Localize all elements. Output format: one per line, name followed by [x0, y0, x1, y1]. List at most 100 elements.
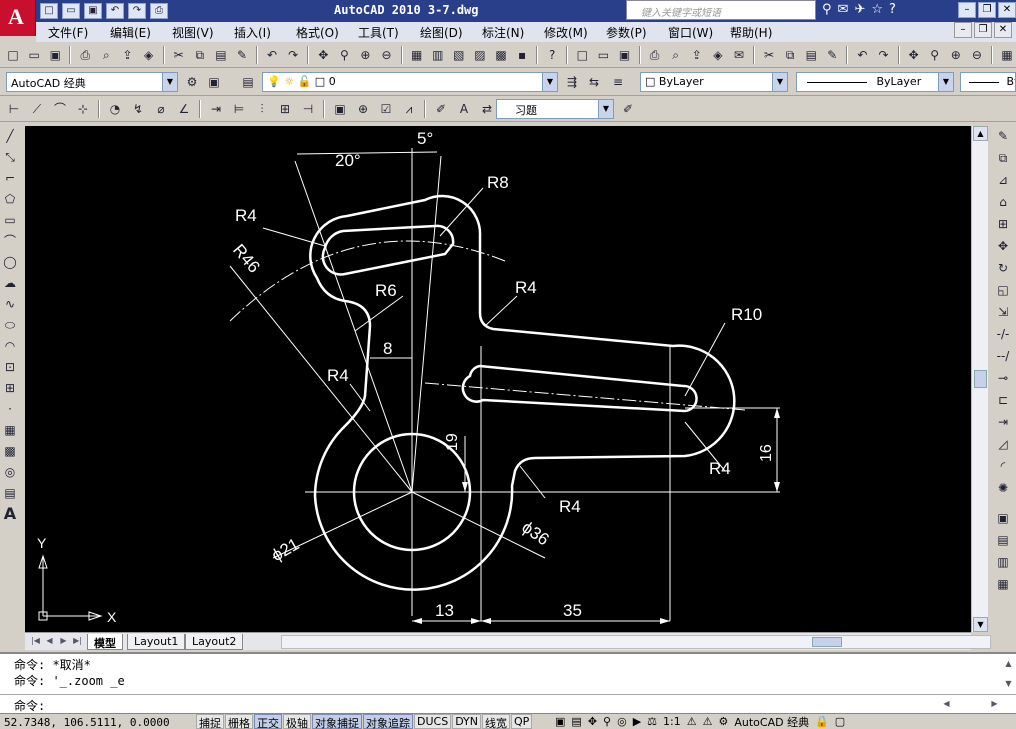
quick-dim-icon[interactable]: ⇥: [206, 99, 226, 119]
command-scroll-up-icon[interactable]: ▲: [1002, 658, 1015, 671]
dimstyle-select[interactable]: 习题 ▼: [496, 99, 614, 119]
redo-icon-2[interactable]: ↷: [874, 45, 892, 65]
zoom-realtime-icon[interactable]: ⚲: [335, 45, 353, 65]
menu-view[interactable]: 视图(V): [172, 24, 214, 41]
menu-help[interactable]: 帮助(H): [730, 24, 772, 41]
menu-window[interactable]: 窗口(W): [668, 24, 713, 41]
linetype-select[interactable]: ByLayer ▼: [796, 72, 954, 92]
save-file-icon[interactable]: ▣: [46, 45, 64, 65]
offset-icon[interactable]: ⌂: [992, 192, 1014, 214]
dim-aligned-icon[interactable]: ⟋: [27, 99, 47, 119]
vertical-scrollbar[interactable]: ▲ ▼: [971, 126, 988, 632]
undo-icon-2[interactable]: ↶: [853, 45, 871, 65]
ducs-toggle[interactable]: DUCS: [414, 714, 452, 729]
preview-icon[interactable]: ⌕: [97, 45, 115, 65]
dim-space-icon[interactable]: ⊞: [275, 99, 295, 119]
polygon-icon[interactable]: ⬠: [0, 189, 20, 210]
publish-icon-2[interactable]: ⇪: [688, 45, 706, 65]
dim-linear-icon[interactable]: ⊢: [4, 99, 24, 119]
ellipse-arc-icon[interactable]: ◠: [0, 336, 20, 357]
dim-text-edit-icon[interactable]: A: [454, 99, 474, 119]
undo-icon[interactable]: ↶: [106, 3, 124, 19]
last-tab-icon[interactable]: ▶|: [71, 635, 84, 648]
search-input[interactable]: 键入关键字或短语: [626, 0, 816, 20]
sheet-set-icon[interactable]: ▨: [471, 45, 489, 65]
lock-icon[interactable]: 🔒: [815, 715, 829, 728]
dim-jogged-icon[interactable]: ↯: [128, 99, 148, 119]
layout-icon[interactable]: ▤: [571, 715, 581, 728]
command-scroll-left-icon[interactable]: ◀: [940, 698, 953, 711]
command-scroll-right-icon[interactable]: ▶: [988, 698, 1001, 711]
dim-radius-icon[interactable]: ◔: [105, 99, 125, 119]
close-button[interactable]: ✕: [998, 2, 1016, 18]
design-center-icon[interactable]: ▥: [429, 45, 447, 65]
snap-toggle[interactable]: 捕捉: [196, 714, 224, 729]
dim-arc-icon[interactable]: ⌒: [50, 99, 70, 119]
draw-order-above-icon[interactable]: ▥: [992, 552, 1014, 574]
layer-previous-icon[interactable]: ⇆: [584, 72, 604, 92]
region-icon[interactable]: ◎: [0, 462, 20, 483]
inspect-icon[interactable]: ☑: [376, 99, 396, 119]
point-icon[interactable]: ·: [0, 399, 20, 420]
array-icon[interactable]: ⊞: [992, 214, 1014, 236]
zoom-previous-icon[interactable]: ⊖: [378, 45, 396, 65]
vertical-scroll-thumb[interactable]: [974, 370, 987, 388]
move-icon[interactable]: ✥: [992, 236, 1014, 258]
stretch-icon[interactable]: ⇲: [992, 302, 1014, 324]
lineweight-select[interactable]: By: [960, 72, 1016, 92]
make-current-layer-icon[interactable]: ⇶: [562, 72, 582, 92]
jogged-linear-icon[interactable]: ⩘: [399, 99, 419, 119]
binoculars-icon[interactable]: ⚲: [822, 2, 832, 17]
help-icon[interactable]: ?: [889, 2, 896, 17]
tolerance-icon[interactable]: ▣: [330, 99, 350, 119]
tab-layout2[interactable]: Layout2: [185, 634, 244, 650]
horizontal-scrollbar[interactable]: [281, 635, 991, 649]
print-icon[interactable]: ⎙: [76, 45, 94, 65]
redo-icon[interactable]: ↷: [284, 45, 302, 65]
table-icon[interactable]: ▤: [0, 483, 20, 504]
insert-block-icon[interactable]: ⊡: [0, 357, 20, 378]
print-icon-2[interactable]: ⎙: [646, 45, 664, 65]
horizontal-scroll-thumb[interactable]: [812, 637, 842, 647]
menu-modify[interactable]: 修改(M): [544, 24, 588, 41]
plot-icon[interactable]: ⎙: [150, 3, 168, 19]
workspace-save-icon[interactable]: ▣: [204, 72, 224, 92]
menu-dimension[interactable]: 标注(N): [482, 24, 524, 41]
menu-parametric[interactable]: 参数(P): [606, 24, 647, 41]
drawing-canvas[interactable]: 5° 20° R8 R4 R46 R6 R4 8 R10 R4 19 16 R4…: [25, 126, 971, 632]
multiline-text-icon[interactable]: A: [0, 504, 20, 525]
draw-order-front-icon[interactable]: ▣: [992, 508, 1014, 530]
tab-layout1[interactable]: Layout1: [127, 634, 186, 650]
etransmit-icon[interactable]: ✉: [730, 45, 748, 65]
menu-format[interactable]: 格式(O): [296, 24, 339, 41]
dimension-style-icon[interactable]: ✐: [618, 99, 638, 119]
3dprint-icon[interactable]: ◈: [140, 45, 158, 65]
annotation-scale-icon[interactable]: ⚖: [647, 715, 657, 728]
dim-update-icon[interactable]: ⇄: [477, 99, 497, 119]
drawing-restore-button[interactable]: ❐: [974, 22, 992, 38]
fillet-icon[interactable]: ◜: [992, 456, 1014, 478]
copy-icon[interactable]: ⧉: [191, 45, 209, 65]
pan-icon[interactable]: ✥: [314, 45, 332, 65]
draw-order-back-icon[interactable]: ▤: [992, 530, 1014, 552]
drawing-close-button[interactable]: ✕: [994, 22, 1012, 38]
otrack-toggle[interactable]: 对象追踪: [363, 714, 413, 729]
paste-icon[interactable]: ▤: [212, 45, 230, 65]
restore-button[interactable]: ❐: [978, 2, 996, 18]
next-tab-icon[interactable]: ▶: [57, 635, 70, 648]
workspace-switch-icon[interactable]: ⚙: [719, 715, 729, 728]
layer-properties-icon[interactable]: ▤: [238, 72, 258, 92]
auto-scale-icon[interactable]: ⚠: [703, 715, 713, 728]
help-tool-icon[interactable]: ?: [543, 45, 561, 65]
mirror-icon[interactable]: ⊿: [992, 170, 1014, 192]
erase-icon[interactable]: ✎: [992, 126, 1014, 148]
command-scroll-down-icon[interactable]: ▼: [1002, 678, 1015, 691]
break-icon[interactable]: ⊏: [992, 390, 1014, 412]
pan-icon-2[interactable]: ✥: [905, 45, 923, 65]
zoom-status-icon[interactable]: ⚲: [603, 715, 611, 728]
open-icon[interactable]: ▭: [62, 3, 80, 19]
polar-toggle[interactable]: 极轴: [283, 714, 311, 729]
trim-icon[interactable]: -/-: [992, 324, 1014, 346]
steering-wheel-icon[interactable]: ◎: [617, 715, 627, 728]
grid-toggle[interactable]: 栅格: [225, 714, 253, 729]
